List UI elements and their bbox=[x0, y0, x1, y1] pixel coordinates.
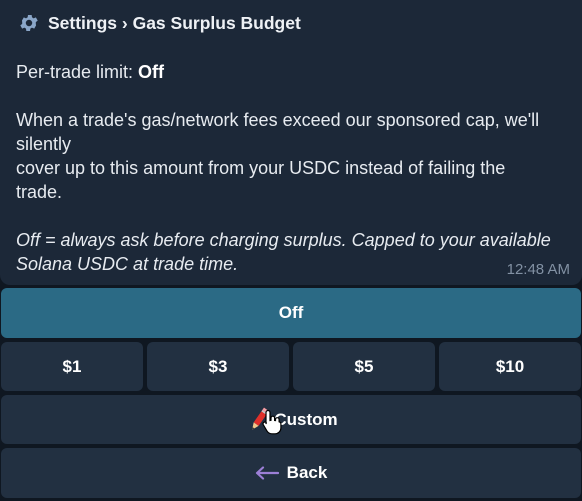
limit-value: Off bbox=[138, 62, 165, 82]
gear-icon bbox=[20, 15, 38, 31]
note-line-1: Off = always ask before charging surplus… bbox=[16, 230, 551, 250]
amount-3-button[interactable]: $3 bbox=[147, 342, 289, 391]
arrow-left-icon bbox=[255, 466, 279, 480]
back-label: Back bbox=[286, 463, 328, 482]
description-line-4: trade. bbox=[16, 182, 63, 202]
description-line-3: cover up to this amount from your USDC i… bbox=[16, 158, 506, 178]
off-button[interactable]: Off bbox=[1, 288, 581, 338]
back-button[interactable]: Back bbox=[1, 448, 581, 498]
custom-button-content: Custom bbox=[244, 405, 338, 435]
breadcrumb: Settings › Gas Surplus Budget bbox=[48, 12, 301, 33]
limit-line: Per-trade limit: Off bbox=[16, 60, 164, 84]
amount-1-button[interactable]: $1 bbox=[1, 342, 143, 391]
amount-5-button[interactable]: $5 bbox=[293, 342, 435, 391]
bot-message-bubble: Settings › Gas Surplus Budget Per-trade … bbox=[0, 0, 582, 285]
limit-label: Per-trade limit: bbox=[16, 62, 139, 82]
amount-10-button[interactable]: $10 bbox=[439, 342, 581, 391]
description-line-1: When a trade's gas/network fees exceed o… bbox=[16, 110, 540, 130]
hand-cursor-icon bbox=[262, 409, 282, 435]
description-line-2: silently bbox=[16, 134, 72, 154]
note-line-2: Solana USDC at trade time. bbox=[16, 254, 239, 274]
chat-window: Settings › Gas Surplus Budget Per-trade … bbox=[0, 0, 582, 501]
back-button-content: Back bbox=[255, 463, 328, 483]
message-header: Settings › Gas Surplus Budget bbox=[18, 11, 301, 35]
custom-label: Custom bbox=[274, 409, 338, 429]
custom-button[interactable]: Custom bbox=[1, 395, 581, 444]
message-timestamp: 12:48 AM bbox=[506, 261, 570, 278]
